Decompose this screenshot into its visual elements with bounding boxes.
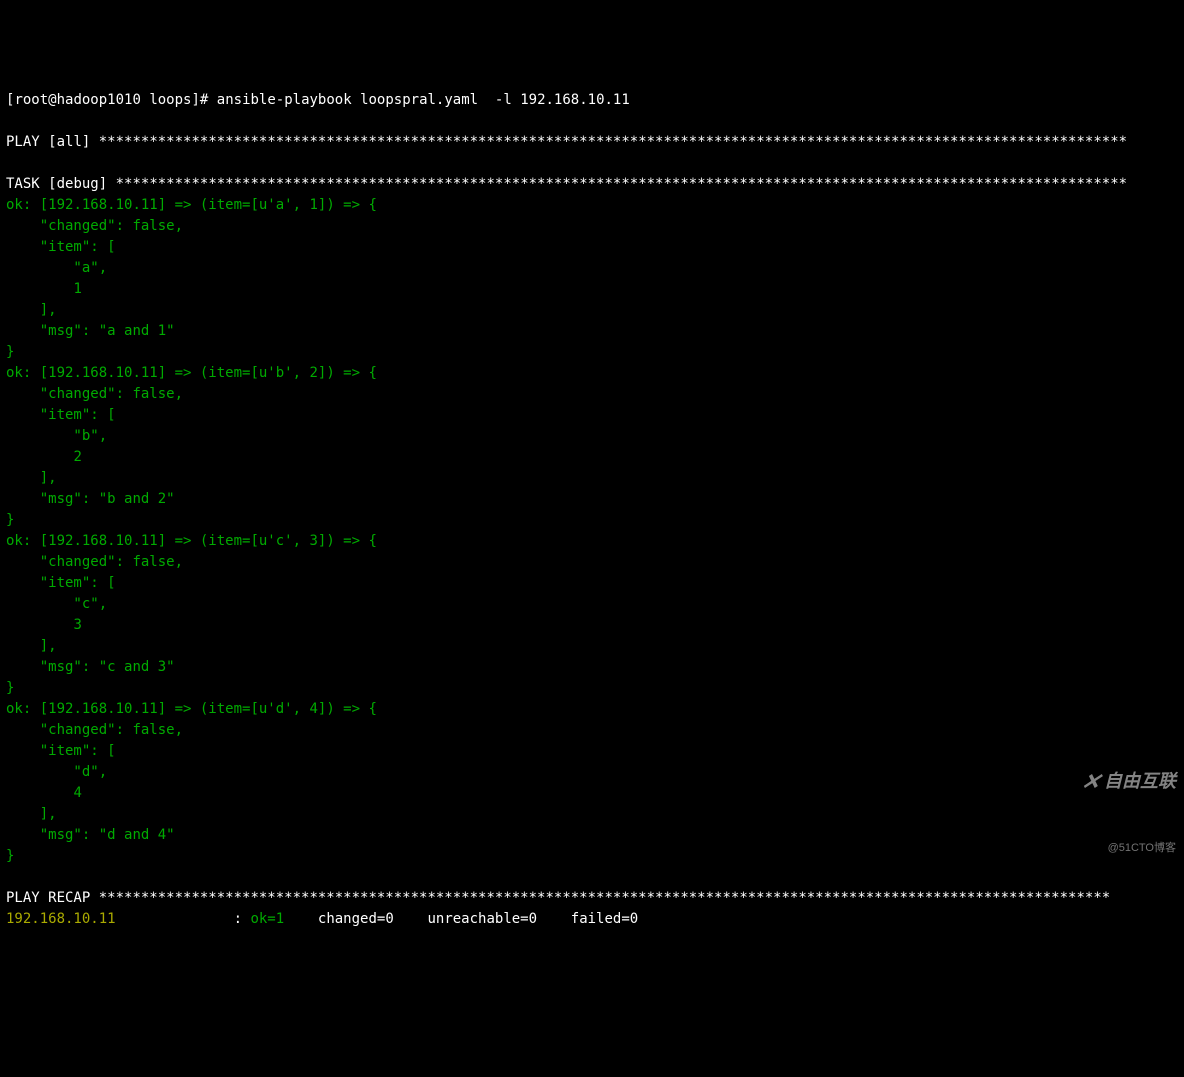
task-result-4: ok: [192.168.10.11] => (item=[u'd', 4]) … bbox=[6, 701, 377, 864]
play-header: PLAY [all] *****************************… bbox=[6, 134, 1127, 150]
shell-prompt[interactable]: [root@hadoop1010 loops]# ansible-playboo… bbox=[6, 92, 630, 108]
recap-line: 192.168.10.11 : ok=1 changed=0 unreachab… bbox=[6, 911, 664, 927]
task-header: TASK [debug] ***************************… bbox=[6, 176, 1127, 192]
recap-header: PLAY RECAP *****************************… bbox=[6, 890, 1110, 906]
watermark-icon: ✕ bbox=[1077, 765, 1104, 798]
terminal-output: [root@hadoop1010 loops]# ansible-playboo… bbox=[6, 90, 1178, 930]
watermark: ✕自由互联 @51CTO博客 bbox=[1082, 723, 1176, 878]
task-result-3: ok: [192.168.10.11] => (item=[u'c', 3]) … bbox=[6, 533, 377, 696]
task-result-2: ok: [192.168.10.11] => (item=[u'b', 2]) … bbox=[6, 365, 377, 528]
task-result-1: ok: [192.168.10.11] => (item=[u'a', 1]) … bbox=[6, 197, 377, 360]
